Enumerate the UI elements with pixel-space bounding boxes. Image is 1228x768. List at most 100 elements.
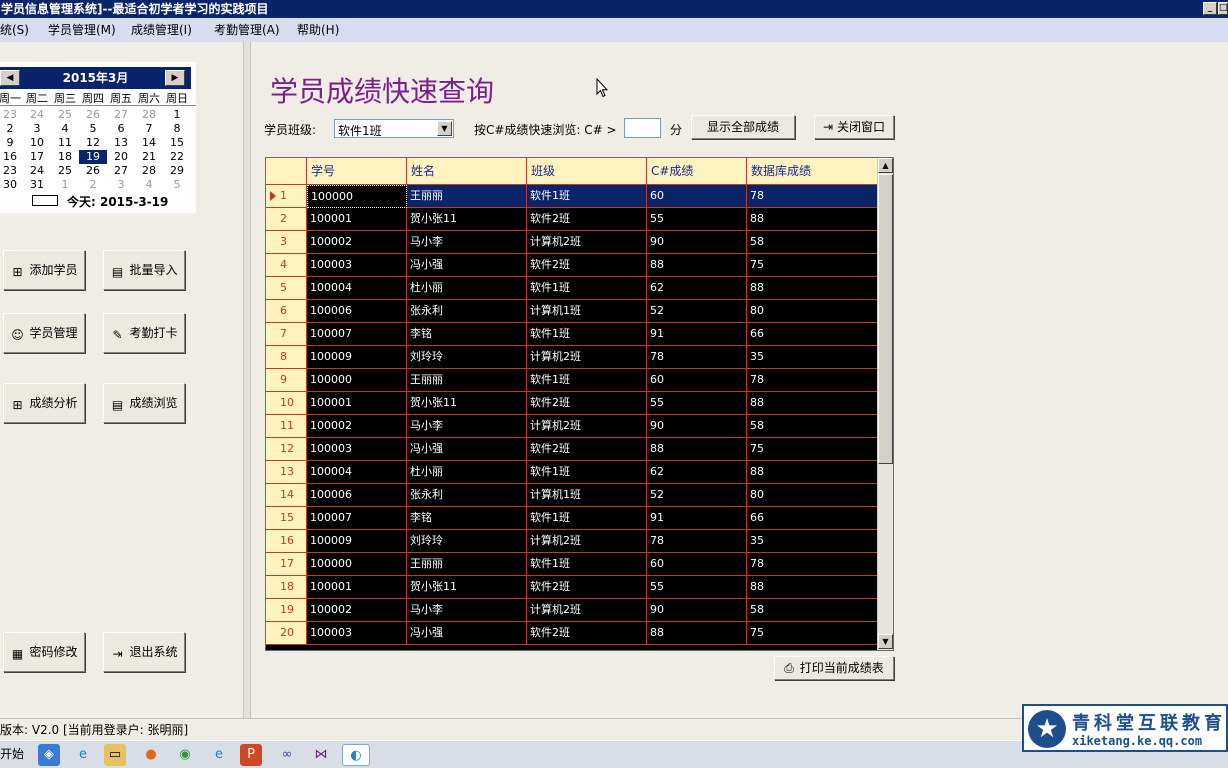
- table-cell[interactable]: 55: [647, 392, 747, 415]
- table-cell[interactable]: 100009: [307, 346, 407, 369]
- calendar-day[interactable]: 6: [107, 122, 135, 136]
- calendar-day[interactable]: 13: [107, 136, 135, 150]
- student-manage-button[interactable]: ☺ 学员管理: [3, 313, 85, 353]
- table-row[interactable]: 12 100003 冯小强 软件2班 88 75: [266, 438, 878, 461]
- calendar-day[interactable]: 27: [107, 164, 135, 178]
- table-cell[interactable]: 100006: [307, 484, 407, 507]
- calendar-day[interactable]: 16: [0, 150, 24, 164]
- table-row[interactable]: 3 100002 马小李 计算机2班 90 58: [266, 231, 878, 254]
- table-cell[interactable]: 100002: [307, 415, 407, 438]
- table-cell[interactable]: 贺小张11: [407, 576, 527, 599]
- calendar-day[interactable]: 29: [163, 164, 191, 178]
- scroll-thumb[interactable]: [878, 174, 893, 464]
- table-cell[interactable]: 杜小丽: [407, 461, 527, 484]
- calendar-day[interactable]: 4: [135, 178, 163, 192]
- table-cell[interactable]: 张永利: [407, 300, 527, 323]
- column-header[interactable]: 数据库成绩: [747, 158, 878, 185]
- calendar-day[interactable]: 26: [79, 164, 107, 178]
- table-row[interactable]: 20 100003 冯小强 软件2班 88 75: [266, 622, 878, 645]
- table-cell[interactable]: 100004: [307, 461, 407, 484]
- calendar-day[interactable]: 30: [0, 178, 24, 192]
- table-cell[interactable]: 100007: [307, 507, 407, 530]
- show-all-button[interactable]: 显示全部成绩: [691, 115, 795, 139]
- table-cell[interactable]: 软件1班: [527, 369, 647, 392]
- row-header[interactable]: 12: [266, 438, 307, 461]
- close-window-button[interactable]: ⇥ 关闭窗口: [814, 115, 894, 139]
- table-cell[interactable]: 100001: [307, 392, 407, 415]
- table-cell[interactable]: 66: [747, 323, 878, 346]
- calendar-day[interactable]: 27: [107, 108, 135, 122]
- table-cell[interactable]: 66: [747, 507, 878, 530]
- start-button[interactable]: 开始: [0, 745, 24, 762]
- chevron-down-icon[interactable]: ▼: [437, 121, 452, 136]
- calendar-day[interactable]: 23: [0, 108, 24, 122]
- table-cell[interactable]: 88: [747, 461, 878, 484]
- table-cell[interactable]: 王丽丽: [407, 369, 527, 392]
- row-header[interactable]: 6: [266, 300, 307, 323]
- table-cell[interactable]: 马小李: [407, 599, 527, 622]
- table-cell[interactable]: 91: [647, 323, 747, 346]
- row-header[interactable]: 14: [266, 484, 307, 507]
- calendar-day[interactable]: 22: [163, 150, 191, 164]
- calendar-day[interactable]: 5: [163, 178, 191, 192]
- calendar-day[interactable]: 17: [23, 150, 51, 164]
- table-cell[interactable]: 冯小强: [407, 254, 527, 277]
- ie-icon[interactable]: e: [208, 744, 230, 766]
- table-row[interactable]: 17 100000 王丽丽 软件1班 60 78: [266, 553, 878, 576]
- calendar-day[interactable]: 1: [51, 178, 79, 192]
- column-header[interactable]: 姓名: [407, 158, 527, 185]
- table-cell[interactable]: 王丽丽: [407, 553, 527, 576]
- score-grid[interactable]: 学号 姓名 班级 C#成绩 数据库成绩 1 100000 王丽丽 软件1班 60 78 2 1…: [265, 157, 894, 651]
- table-cell[interactable]: 78: [747, 185, 878, 208]
- table-row[interactable]: 18 100001 贺小张11 软件2班 55 88: [266, 576, 878, 599]
- calendar-day[interactable]: 8: [163, 122, 191, 136]
- table-cell[interactable]: 100002: [307, 599, 407, 622]
- table-row[interactable]: 9 100000 王丽丽 软件1班 60 78: [266, 369, 878, 392]
- table-row[interactable]: 14 100006 张永利 计算机1班 52 80: [266, 484, 878, 507]
- row-header[interactable]: 20: [266, 622, 307, 645]
- table-cell[interactable]: 35: [747, 346, 878, 369]
- table-cell[interactable]: 100000: [307, 369, 407, 392]
- calendar-day[interactable]: 2: [79, 178, 107, 192]
- table-cell[interactable]: 100006: [307, 300, 407, 323]
- table-cell[interactable]: 100001: [307, 208, 407, 231]
- score-browse-button[interactable]: ▤ 成绩浏览: [103, 383, 185, 423]
- table-cell[interactable]: 贺小张11: [407, 208, 527, 231]
- table-cell[interactable]: 软件1班: [527, 553, 647, 576]
- table-cell[interactable]: 100000: [307, 553, 407, 576]
- table-cell[interactable]: 软件2班: [527, 576, 647, 599]
- grid-scrollbar[interactable]: ▲ ▼: [877, 158, 893, 650]
- table-cell[interactable]: 100002: [307, 231, 407, 254]
- table-cell[interactable]: 35: [747, 530, 878, 553]
- powerpoint-icon[interactable]: P: [240, 744, 262, 766]
- row-header[interactable]: 7: [266, 323, 307, 346]
- table-cell[interactable]: 100003: [307, 438, 407, 461]
- calendar-day[interactable]: 15: [163, 136, 191, 150]
- table-row[interactable]: 15 100007 李铭 软件1班 91 66: [266, 507, 878, 530]
- table-cell[interactable]: 60: [647, 553, 747, 576]
- table-cell[interactable]: 88: [747, 392, 878, 415]
- calendar-day[interactable]: 19: [79, 150, 107, 164]
- table-row[interactable]: 5 100004 杜小丽 软件1班 62 88: [266, 277, 878, 300]
- row-header[interactable]: 15: [266, 507, 307, 530]
- calendar-day[interactable]: 25: [51, 164, 79, 178]
- row-header[interactable]: 18: [266, 576, 307, 599]
- table-cell[interactable]: 100000: [307, 185, 407, 208]
- calendar-day[interactable]: 14: [135, 136, 163, 150]
- table-cell[interactable]: 55: [647, 576, 747, 599]
- calendar-day[interactable]: 3: [107, 178, 135, 192]
- scroll-down-icon[interactable]: ▼: [878, 634, 893, 649]
- table-cell[interactable]: 刘玲玲: [407, 530, 527, 553]
- row-header[interactable]: 11: [266, 415, 307, 438]
- table-row[interactable]: 1 100000 王丽丽 软件1班 60 78: [266, 185, 878, 208]
- row-header[interactable]: 16: [266, 530, 307, 553]
- table-cell[interactable]: 软件1班: [527, 277, 647, 300]
- score-input[interactable]: [624, 118, 661, 138]
- column-header[interactable]: 学号: [307, 158, 407, 185]
- table-row[interactable]: 8 100009 刘玲玲 计算机2班 78 35: [266, 346, 878, 369]
- visual-studio-icon[interactable]: ⋈: [310, 744, 332, 766]
- exit-system-button[interactable]: ⇥ 退出系统: [103, 632, 185, 672]
- table-cell[interactable]: 100009: [307, 530, 407, 553]
- calendar-day[interactable]: 12: [79, 136, 107, 150]
- table-cell[interactable]: 王丽丽: [407, 185, 527, 208]
